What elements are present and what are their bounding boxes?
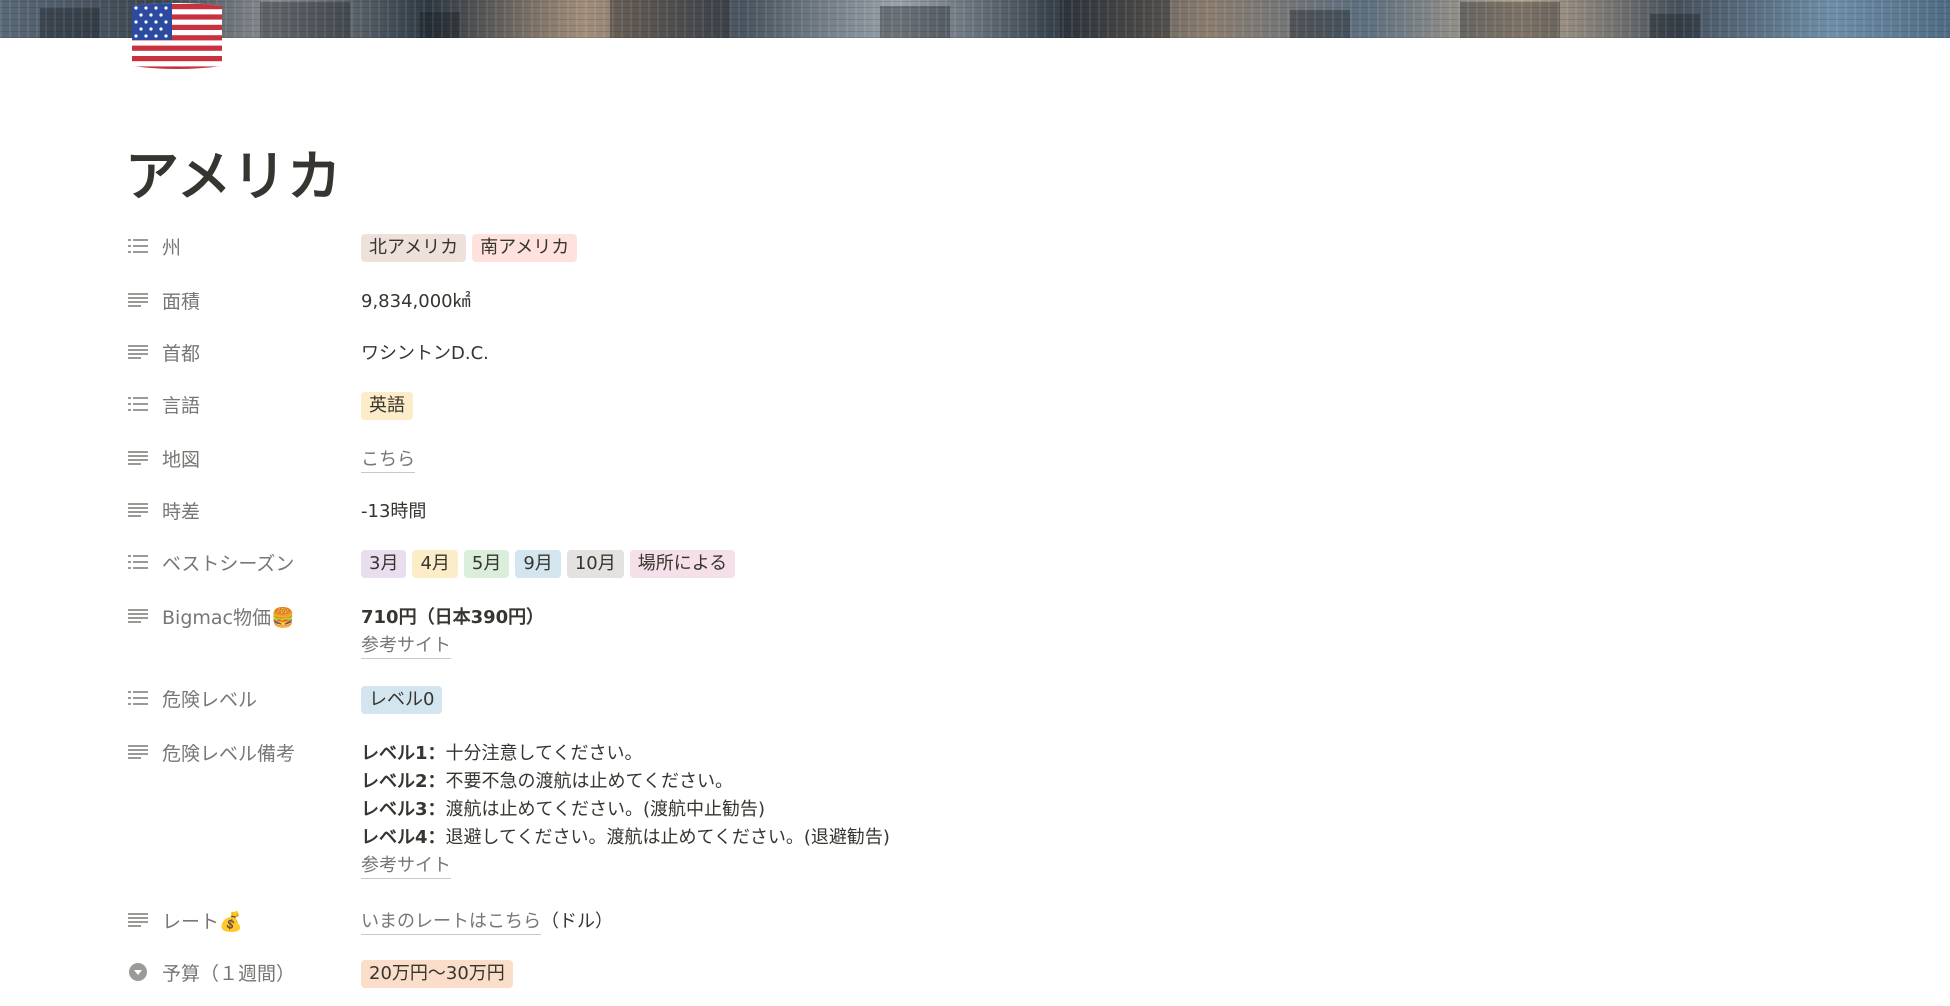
property-value-rate: いまのレートはこちら（ドル） — [361, 902, 613, 936]
property-value-state[interactable]: 北アメリカ 南アメリカ — [361, 228, 583, 262]
property-label: 州 — [162, 236, 182, 259]
property-label: 予算（１週間） — [162, 962, 296, 985]
multi-select-icon — [126, 394, 150, 414]
property-state: 州 北アメリカ 南アメリカ — [126, 228, 1826, 282]
property-key-danger-level[interactable]: 危険レベル — [126, 680, 361, 716]
text-icon — [126, 606, 150, 626]
text-icon — [126, 290, 150, 310]
map-link[interactable]: こちら — [361, 448, 415, 473]
property-danger-level: 危険レベル レベル0 — [126, 680, 1826, 734]
property-key-bigmac[interactable]: Bigmac物価🍔 — [126, 598, 361, 634]
tag: 10月 — [566, 550, 624, 578]
tag: 英語 — [361, 392, 413, 420]
text-icon — [126, 910, 150, 930]
property-key-state[interactable]: 州 — [126, 228, 361, 264]
cover-image[interactable] — [0, 0, 1950, 38]
tag: 3月 — [361, 550, 407, 578]
danger-note-line: レベル1：十分注意してください。 — [361, 743, 643, 764]
text-icon — [126, 500, 150, 520]
property-key-best-season[interactable]: ベストシーズン — [126, 544, 361, 580]
property-label: 時差 — [162, 500, 201, 523]
property-language: 言語 英語 — [126, 386, 1826, 440]
danger-note-line: レベル3：渡航は止めてください。(渡航中止勧告) — [361, 799, 766, 820]
property-label: 面積 — [162, 290, 201, 313]
property-value-area[interactable]: 9,834,000㎢ — [361, 282, 471, 316]
property-label: レート💰 — [162, 910, 243, 933]
property-key-time-diff[interactable]: 時差 — [126, 492, 361, 528]
multi-select-icon — [126, 236, 150, 256]
property-capital: 首都 ワシントンD.C. — [126, 334, 1826, 386]
tag: 20万円〜30万円 — [361, 960, 513, 988]
property-value-best-season[interactable]: 3月 4月 5月 9月 10月 場所による — [361, 544, 741, 578]
property-best-season: ベストシーズン 3月 4月 5月 9月 10月 場所による — [126, 544, 1826, 598]
danger-note-line: レベル4：退避してください。渡航は止めてください。(退避勧告) — [361, 827, 890, 848]
property-area: 面積 9,834,000㎢ — [126, 282, 1826, 334]
properties-list: 州 北アメリカ南アメリカ 面積 9,834,000㎢ 首都 ワシントンD.C. — [126, 228, 1826, 1006]
select-icon — [126, 962, 150, 982]
tag: 南アメリカ — [472, 234, 578, 262]
property-key-area[interactable]: 面積 — [126, 282, 361, 318]
rate-suffix: （ドル） — [541, 911, 613, 932]
property-map: 地図 こちら — [126, 440, 1826, 492]
property-value-budget[interactable]: 20万円〜30万円 — [361, 954, 519, 988]
property-budget: 予算（１週間） 20万円〜30万円 — [126, 954, 1826, 1006]
us-flag-icon[interactable] — [128, 0, 226, 72]
property-label: 首都 — [162, 342, 201, 365]
property-rate: レート💰 いまのレートはこちら（ドル） — [126, 902, 1826, 954]
property-label: 危険レベル — [162, 688, 258, 711]
tag: 場所による — [629, 550, 736, 578]
property-key-language[interactable]: 言語 — [126, 386, 361, 422]
danger-reference-link[interactable]: 参考サイト — [361, 854, 451, 879]
bigmac-price: 710円（日本390円） — [361, 607, 545, 628]
property-key-danger-note[interactable]: 危険レベル備考 — [126, 734, 361, 770]
property-value-map: こちら — [361, 440, 415, 474]
property-value-bigmac[interactable]: 710円（日本390円） 参考サイト — [361, 598, 544, 660]
page-title[interactable]: アメリカ — [125, 132, 342, 211]
property-value-language[interactable]: 英語 — [361, 386, 419, 420]
property-bigmac: Bigmac物価🍔 710円（日本390円） 参考サイト — [126, 598, 1826, 680]
property-value-time-diff[interactable]: -13時間 — [361, 492, 426, 526]
property-key-budget[interactable]: 予算（１週間） — [126, 954, 361, 990]
tag: レベル0 — [361, 686, 443, 714]
property-danger-note: 危険レベル備考 レベル1：十分注意してください。 レベル2：不要不急の渡航は止め… — [126, 734, 1826, 902]
property-label: 地図 — [162, 448, 201, 471]
property-value-danger-level[interactable]: レベル0 — [361, 680, 448, 714]
tag: 北アメリカ — [361, 234, 467, 262]
text-icon — [126, 448, 150, 468]
tag: 5月 — [463, 550, 510, 578]
property-label: Bigmac物価🍔 — [162, 606, 295, 629]
multi-select-icon — [126, 688, 150, 708]
tag: 4月 — [412, 550, 458, 578]
property-key-rate[interactable]: レート💰 — [126, 902, 361, 938]
text-icon — [126, 342, 150, 362]
property-time-diff: 時差 -13時間 — [126, 492, 1826, 544]
rate-link[interactable]: いまのレートはこちら — [361, 910, 541, 935]
property-key-map[interactable]: 地図 — [126, 440, 361, 476]
property-value-danger-note[interactable]: レベル1：十分注意してください。 レベル2：不要不急の渡航は止めてください。 レ… — [361, 734, 890, 880]
property-label: 言語 — [162, 394, 201, 417]
property-label: ベストシーズン — [162, 552, 295, 575]
property-label: 危険レベル備考 — [162, 742, 296, 765]
property-value-capital[interactable]: ワシントンD.C. — [361, 334, 489, 368]
danger-note-line: レベル2：不要不急の渡航は止めてください。 — [361, 771, 733, 792]
text-icon — [126, 742, 150, 762]
property-key-capital[interactable]: 首都 — [126, 334, 361, 370]
tag: 9月 — [515, 550, 561, 578]
bigmac-reference-link[interactable]: 参考サイト — [361, 634, 451, 659]
multi-select-icon — [126, 552, 150, 572]
